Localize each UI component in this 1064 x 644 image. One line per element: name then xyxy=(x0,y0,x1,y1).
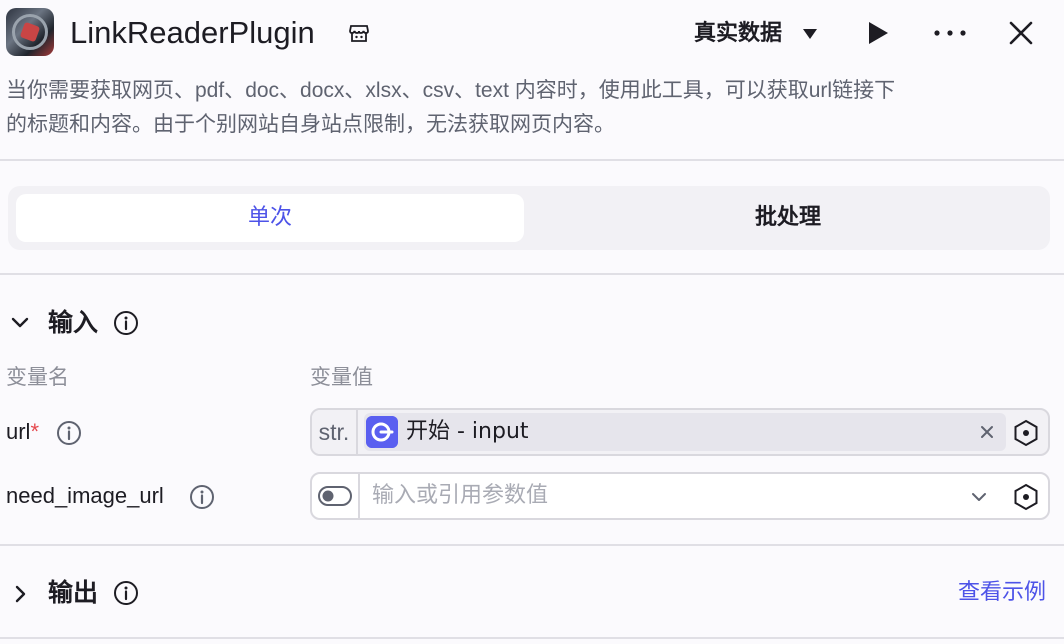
variable-reference-chip[interactable]: 开始 - input xyxy=(364,413,1006,451)
info-icon[interactable] xyxy=(189,484,215,510)
type-tag: str. xyxy=(312,410,358,454)
dropdown-icon[interactable] xyxy=(970,488,988,506)
divider xyxy=(0,273,1064,275)
param-name-need-image-url: need_image_url xyxy=(6,483,164,508)
more-icon[interactable] xyxy=(932,22,968,44)
output-section-title[interactable]: 输出 xyxy=(48,576,98,610)
info-icon[interactable] xyxy=(56,420,82,446)
value-placeholder[interactable]: 输入或引用参数值 xyxy=(372,474,548,518)
tab-single[interactable]: 单次 xyxy=(16,194,524,242)
description-line: 当你需要获取网页、pdf、doc、docx、xlsx、csv、text 内容时，… xyxy=(6,79,896,102)
param-name-text: url xyxy=(6,419,31,444)
field-separator xyxy=(358,474,360,518)
mode-tabs: 单次 批处理 xyxy=(8,186,1050,250)
description-line: 的标题和内容。由于个别网站自身站点限制，无法获取网页内容。 xyxy=(6,113,615,136)
close-icon[interactable] xyxy=(1008,20,1034,46)
header: LinkReaderPlugin 真实数据 xyxy=(0,0,1064,66)
clear-icon[interactable] xyxy=(980,425,994,439)
chevron-down-icon[interactable] xyxy=(10,313,30,333)
toggle-icon[interactable] xyxy=(318,486,352,506)
reference-variable-icon[interactable] xyxy=(1012,419,1040,447)
url-value-field[interactable]: str. 开始 - input xyxy=(310,408,1050,456)
variable-reference-text: 开始 - input xyxy=(406,419,529,444)
view-example-link[interactable]: 查看示例 xyxy=(958,576,1046,610)
divider xyxy=(0,544,1064,546)
play-icon[interactable] xyxy=(866,20,890,46)
info-icon[interactable] xyxy=(113,310,139,336)
required-mark: * xyxy=(30,419,40,444)
info-icon[interactable] xyxy=(113,580,139,606)
need-image-url-value-field[interactable]: 输入或引用参数值 xyxy=(310,472,1050,520)
reference-variable-icon[interactable] xyxy=(1012,483,1040,511)
data-mode-select[interactable]: 真实数据 xyxy=(694,16,782,52)
divider xyxy=(0,637,1064,639)
column-header-name: 变量名 xyxy=(6,365,69,389)
param-name-url: url* xyxy=(6,416,39,448)
chevron-right-icon[interactable] xyxy=(10,584,30,604)
variable-ref-icon xyxy=(366,416,398,448)
plugin-avatar xyxy=(6,8,54,56)
plugin-description: 当你需要获取网页、pdf、doc、docx、xlsx、csv、text 内容时，… xyxy=(6,74,1058,142)
tab-batch[interactable]: 批处理 xyxy=(534,194,1042,242)
input-section-title[interactable]: 输入 xyxy=(48,306,98,340)
plugin-title: LinkReaderPlugin xyxy=(70,15,315,50)
divider xyxy=(0,159,1064,161)
store-icon[interactable] xyxy=(348,22,370,44)
caret-down-icon[interactable] xyxy=(802,27,818,41)
column-header-value: 变量值 xyxy=(310,365,373,389)
